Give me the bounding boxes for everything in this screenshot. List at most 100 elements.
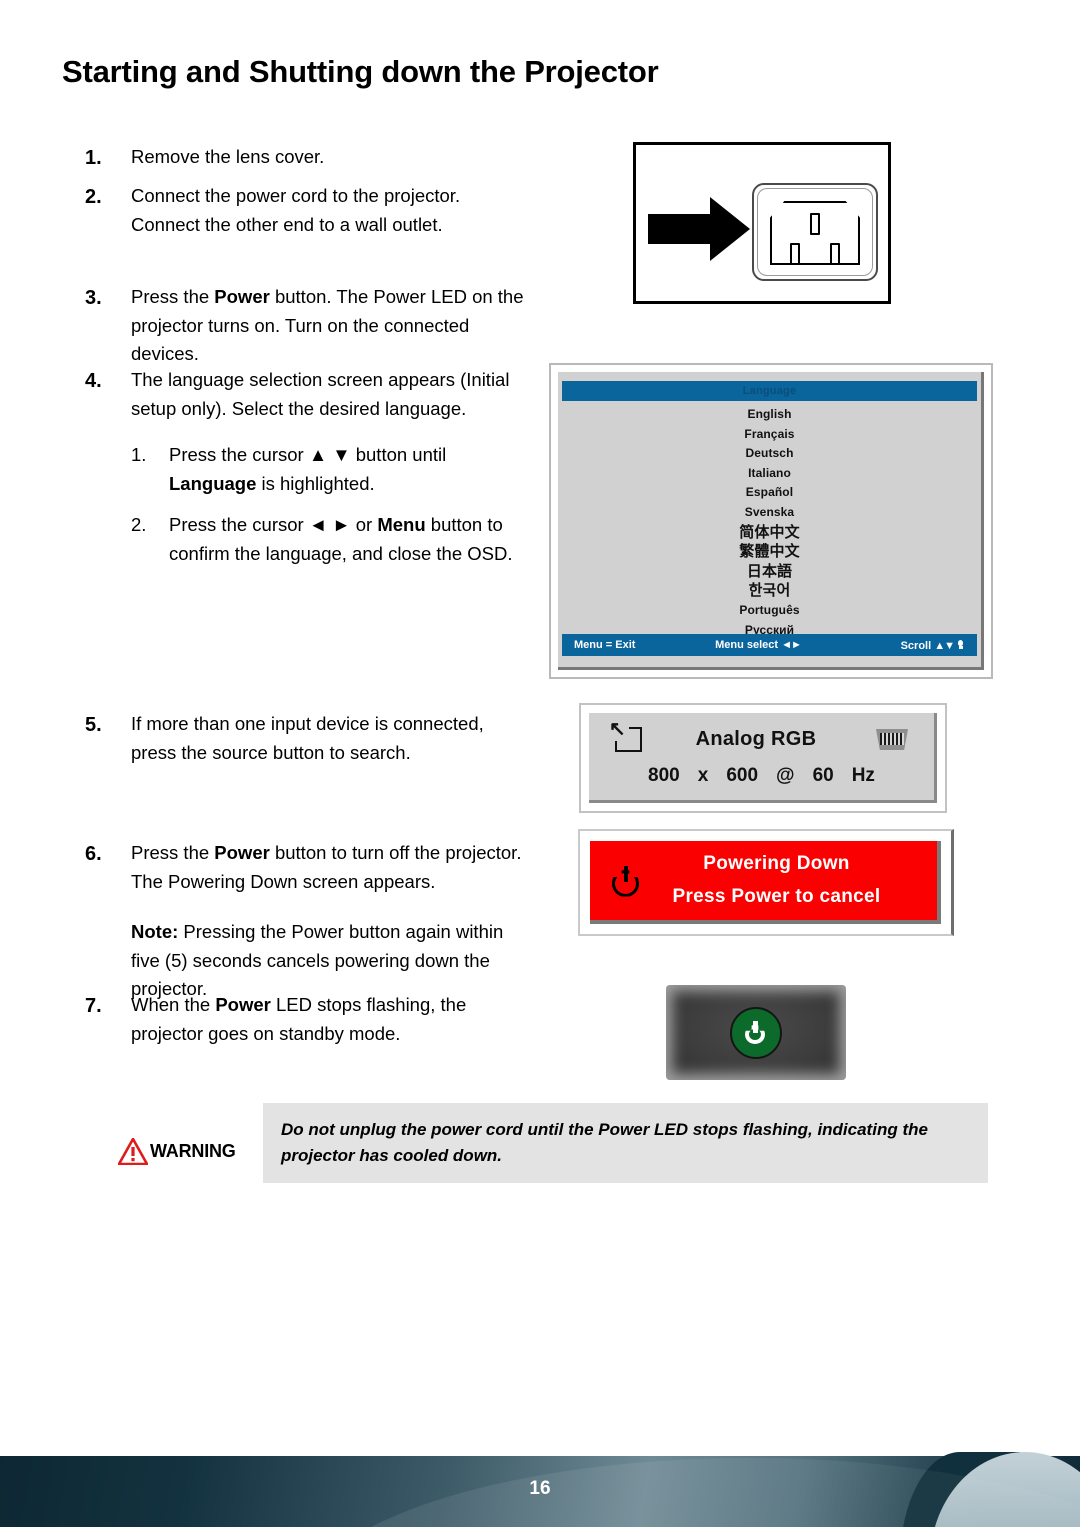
osd-item-deutsch[interactable]: Deutsch: [745, 444, 793, 464]
step-3-number: 3.: [85, 287, 102, 309]
powering-down-subtitle: Press Power to cancel: [672, 886, 881, 907]
power-led-photo: [666, 985, 846, 1080]
step-6-number: 6.: [85, 843, 102, 865]
source-name: Analog RGB: [695, 728, 817, 750]
vga-connector-icon: [876, 729, 908, 750]
osd-menu-select-text: Menu select: [715, 639, 779, 651]
warning-callout: WARNING Do not unplug the power cord unt…: [118, 1103, 988, 1183]
step-7-text-before: When the: [131, 994, 216, 1015]
substep-1-text: Press the cursor ▲ ▼ button until Langua…: [169, 441, 519, 498]
warning-triangle-icon: [118, 1137, 148, 1165]
osd-scroll-text: Scroll: [900, 639, 932, 652]
power-icon: [612, 865, 642, 897]
powering-down-body: Powering Down Press Power to cancel: [590, 841, 941, 924]
substep-2-number: 2.: [131, 514, 147, 535]
step-6-body: Press the Power button to turn off the p…: [131, 839, 531, 1004]
osd-item-japanese[interactable]: 日本語: [747, 562, 792, 582]
source-info-box: Analog RGB 800 x 600 @ 60 Hz: [579, 703, 947, 813]
step-1-text: Remove the lens cover.: [131, 146, 325, 167]
substep-1-middle: button until: [350, 444, 447, 465]
step-7-number: 7.: [85, 995, 102, 1017]
power-icon: [745, 1021, 767, 1044]
page-footer: 16: [0, 1400, 1080, 1527]
substep-2-bold-menu: Menu: [377, 514, 426, 535]
osd-menu-select-label: Menu select ◄►: [615, 639, 900, 651]
substep-1-after: is highlighted.: [256, 472, 375, 494]
step-2-number: 2.: [85, 186, 102, 208]
step-5-number: 5.: [85, 714, 102, 736]
osd-item-francais[interactable]: Français: [744, 425, 794, 445]
step-4-number: 4.: [85, 370, 102, 392]
substep-2-middle: or: [350, 514, 378, 535]
osd-item-espanol[interactable]: Español: [746, 483, 793, 503]
warning-label: WARNING: [150, 1140, 236, 1161]
step-4: 4. The language selection screen appears…: [85, 366, 531, 581]
step-1-number: 1.: [85, 147, 102, 169]
step-7: 7. When the Power LED stops flashing, th…: [85, 991, 531, 1048]
powering-down-title: Powering Down: [703, 853, 850, 874]
warning-label-cell: WARNING: [118, 1103, 263, 1183]
warning-text: Do not unplug the power cord until the P…: [263, 1103, 988, 1183]
step-7-bold-power: Power: [215, 994, 271, 1015]
step-2-text: Connect the power cord to the projector.…: [131, 185, 461, 235]
iec-power-inlet-icon: [752, 183, 878, 281]
left-right-arrows-icon: ◄►: [781, 639, 802, 651]
note-label: Note:: [131, 921, 179, 942]
note-text: Pressing the Power button again within f…: [131, 921, 504, 999]
power-inlet-figure: [633, 142, 891, 304]
osd-item-portugues[interactable]: Português: [739, 601, 799, 621]
powering-down-text: Powering Down Press Power to cancel: [590, 853, 937, 908]
step-3-text-before: Press the: [131, 286, 215, 307]
substep-1: 1. Press the cursor ▲ ▼ button until Lan…: [131, 441, 531, 498]
step-6-bold-power: Power: [214, 842, 270, 863]
source-info-row-title: Analog RGB: [589, 722, 934, 752]
osd-language-menu: Language English Français Deutsch Italia…: [549, 363, 993, 679]
osd-item-simplified-chinese[interactable]: 简体中文: [739, 523, 799, 543]
substep-2-text: Press the cursor ◄ ► or Menu button to c…: [169, 511, 519, 568]
osd-item-korean[interactable]: 한국어: [749, 581, 791, 601]
osd-item-svenska[interactable]: Svenska: [745, 503, 794, 523]
substep-1-before: Press the cursor: [169, 444, 309, 465]
source-info-body: Analog RGB 800 x 600 @ 60 Hz: [589, 713, 937, 803]
osd-item-italiano[interactable]: Italiano: [748, 464, 791, 484]
step-3-bold-power: Power: [214, 286, 270, 307]
osd-language-list: English Français Deutsch Italiano Españo…: [558, 405, 981, 640]
osd-scroll-label: Scroll ▲▼: [901, 639, 965, 652]
step-4-substeps: 1. Press the cursor ▲ ▼ button until Lan…: [131, 441, 531, 568]
step-5-text: If more than one input device is connect…: [131, 713, 484, 763]
osd-item-traditional-chinese[interactable]: 繁體中文: [739, 542, 799, 562]
osd-item-english[interactable]: English: [747, 405, 791, 425]
power-button[interactable]: [730, 1006, 782, 1059]
footer-white-band: [0, 1400, 1080, 1456]
page-content: 1. Remove the lens cover. 2. Connect the…: [0, 0, 1080, 1400]
step-5: 5. If more than one input device is conn…: [85, 710, 531, 767]
refresh-rate: 60: [812, 765, 834, 786]
page-number: 16: [529, 1478, 551, 1499]
source-input-icon: [610, 722, 642, 752]
osd-title: Language: [562, 381, 977, 401]
substep-2-before: Press the cursor: [169, 514, 309, 535]
step-2: 2. Connect the power cord to the project…: [85, 182, 531, 239]
osd-body: Language English Français Deutsch Italia…: [558, 372, 984, 670]
source-info-row-resolution: 800 x 600 @ 60 Hz: [589, 765, 934, 787]
substep-1-bold-language: Language: [169, 472, 257, 494]
step-1: 1. Remove the lens cover.: [85, 143, 531, 173]
resolution-height: 600: [726, 765, 759, 786]
step-4-text: The language selection screen appears (I…: [131, 369, 510, 419]
step-6-text-before: Press the: [131, 842, 215, 863]
step-3-text: Press the Power button. The Power LED on…: [131, 283, 531, 369]
resolution-times: x: [697, 765, 709, 786]
refresh-unit: Hz: [851, 765, 875, 786]
cursor-up-down-arrows-icon: ▲ ▼: [308, 444, 351, 465]
powering-down-box: Powering Down Press Power to cancel: [578, 829, 954, 936]
step-6: 6. Press the Power button to turn off th…: [85, 839, 531, 1004]
osd-footer-bar: Menu = Exit Menu select ◄► Scroll ▲▼: [562, 634, 977, 656]
step-4-body: The language selection screen appears (I…: [131, 366, 531, 581]
substep-2: 2. Press the cursor ◄ ► or Menu button t…: [131, 511, 531, 568]
at-symbol: @: [776, 765, 795, 786]
step-3: 3. Press the Power button. The Power LED…: [85, 283, 531, 369]
substep-1-number: 1.: [131, 444, 147, 465]
up-down-arrows-icon: ▲▼: [934, 639, 955, 652]
resolution-width: 800: [648, 765, 680, 786]
lamp-icon: [956, 639, 965, 650]
